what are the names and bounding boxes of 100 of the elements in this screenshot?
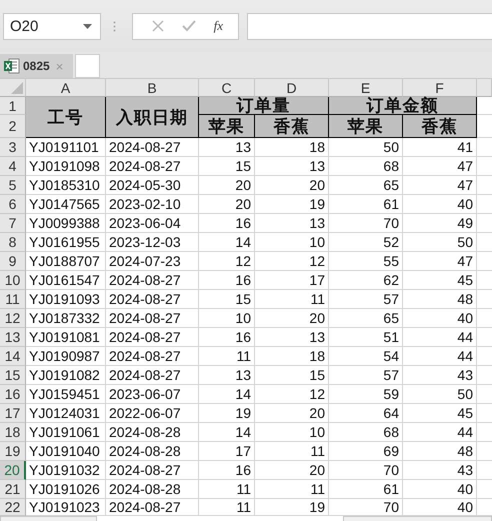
row-header[interactable]: 9 (0, 252, 26, 271)
table-cell: 2023-06-04 (106, 214, 199, 233)
table-cell: YJ0161955 (26, 233, 106, 252)
table-cell: 65 (329, 309, 403, 328)
table-cell: 41 (403, 138, 477, 157)
column-header[interactable]: E (329, 79, 403, 97)
table-cell: 13 (255, 214, 329, 233)
table-cell: 55 (329, 252, 403, 271)
table-cell: YJ0191040 (26, 442, 106, 461)
table-cell: 54 (329, 347, 403, 366)
table-cell: 2024-08-27 (106, 157, 199, 176)
dropdown-icon[interactable] (83, 24, 92, 28)
table-cell: YJ0099388 (26, 214, 106, 233)
table-cell: 14 (199, 233, 255, 252)
table-cell: YJ0191082 (26, 366, 106, 385)
table-cell: 48 (403, 290, 477, 309)
scroll-bar[interactable] (0, 516, 97, 521)
table-cell: 2024-08-28 (106, 442, 199, 461)
table-cell: 10 (255, 423, 329, 442)
table-cell: 43 (403, 366, 477, 385)
row-header[interactable]: 21 (0, 480, 26, 499)
column-header[interactable]: B (106, 79, 199, 97)
table-cell: 2024-08-27 (106, 290, 199, 309)
table-cell: 44 (403, 423, 477, 442)
table-cell: YJ0185310 (26, 176, 106, 195)
row-header[interactable]: 14 (0, 347, 26, 366)
table-cell: YJ0159451 (26, 385, 106, 404)
select-all-button[interactable] (0, 79, 26, 97)
table-cell: 16 (199, 271, 255, 290)
table-cell: 2024-08-27 (106, 461, 199, 480)
table-cell: 64 (329, 404, 403, 423)
table-cell: 11 (199, 480, 255, 499)
table-cell: 50 (329, 138, 403, 157)
table-cell: YJ0191026 (26, 480, 106, 499)
table-cell: 17 (255, 271, 329, 290)
row-header[interactable]: 8 (0, 233, 26, 252)
table-cell: YJ0187332 (26, 309, 106, 328)
table-cell: YJ0161547 (26, 271, 106, 290)
file-tab[interactable]: 0825 × (0, 54, 73, 78)
table-header-cell: 苹果 (329, 115, 403, 138)
table-cell: YJ0191093 (26, 290, 106, 309)
table-cell: 2024-08-27 (106, 347, 199, 366)
table-cell: 10 (255, 233, 329, 252)
table-cell: 16 (199, 214, 255, 233)
row-header[interactable]: 13 (0, 328, 26, 347)
table-header-cell: 订单量 (199, 97, 329, 115)
check-icon[interactable] (182, 20, 196, 32)
table-cell: YJ0191098 (26, 157, 106, 176)
row-header[interactable]: 7 (0, 214, 26, 233)
row-header[interactable]: 15 (0, 366, 26, 385)
table-cell: 59 (329, 385, 403, 404)
table-cell: 70 (329, 461, 403, 480)
table-cell: YJ0124031 (26, 404, 106, 423)
row-header[interactable]: 12 (0, 309, 26, 328)
table-cell: 52 (329, 233, 403, 252)
table-cell: 45 (403, 404, 477, 423)
row-header[interactable]: 17 (0, 404, 26, 423)
table-cell: 40 (403, 195, 477, 214)
row-header[interactable]: 20 (0, 461, 26, 480)
table-cell: 14 (199, 423, 255, 442)
row-header[interactable]: 4 (0, 157, 26, 176)
table-cell: 11 (255, 480, 329, 499)
row-header[interactable]: 1 (0, 97, 26, 115)
table-header-cell: 苹果 (199, 115, 255, 138)
table-cell: 2024-08-27 (106, 328, 199, 347)
table-cell: 17 (199, 442, 255, 461)
table-cell: 40 (403, 309, 477, 328)
row-header[interactable]: 5 (0, 176, 26, 195)
row-header[interactable]: 3 (0, 138, 26, 157)
new-tab-button[interactable] (75, 54, 100, 78)
table-cell: YJ0191032 (26, 461, 106, 480)
cancel-icon[interactable] (152, 20, 164, 32)
scroll-bar[interactable] (343, 516, 492, 521)
column-header[interactable]: F (403, 79, 477, 97)
column-header[interactable]: A (26, 79, 106, 97)
table-header-cell: 订单金额 (329, 97, 477, 115)
table-cell: 20 (199, 176, 255, 195)
row-header[interactable]: 2 (0, 115, 26, 138)
triangle-icon (11, 82, 23, 94)
table-cell: 70 (329, 214, 403, 233)
row-header[interactable]: 22 (0, 499, 26, 516)
table-cell: 13 (255, 157, 329, 176)
row-header[interactable]: 11 (0, 290, 26, 309)
table-cell: 2024-05-30 (106, 176, 199, 195)
table-cell: 57 (329, 290, 403, 309)
row-header[interactable]: 16 (0, 385, 26, 404)
table-cell: 2024-08-27 (106, 366, 199, 385)
row-header[interactable]: 6 (0, 195, 26, 214)
row-header[interactable]: 19 (0, 442, 26, 461)
name-box[interactable]: O20 (3, 12, 101, 40)
table-cell: 51 (329, 328, 403, 347)
formula-input[interactable] (247, 12, 492, 40)
table-cell: YJ0188707 (26, 252, 106, 271)
insert-function-button[interactable]: fx (214, 18, 224, 34)
column-header[interactable]: D (255, 79, 329, 97)
column-header[interactable]: C (199, 79, 255, 97)
column-header[interactable] (477, 79, 492, 97)
row-header[interactable]: 10 (0, 271, 26, 290)
table-cell: 11 (255, 442, 329, 461)
row-header[interactable]: 18 (0, 423, 26, 442)
